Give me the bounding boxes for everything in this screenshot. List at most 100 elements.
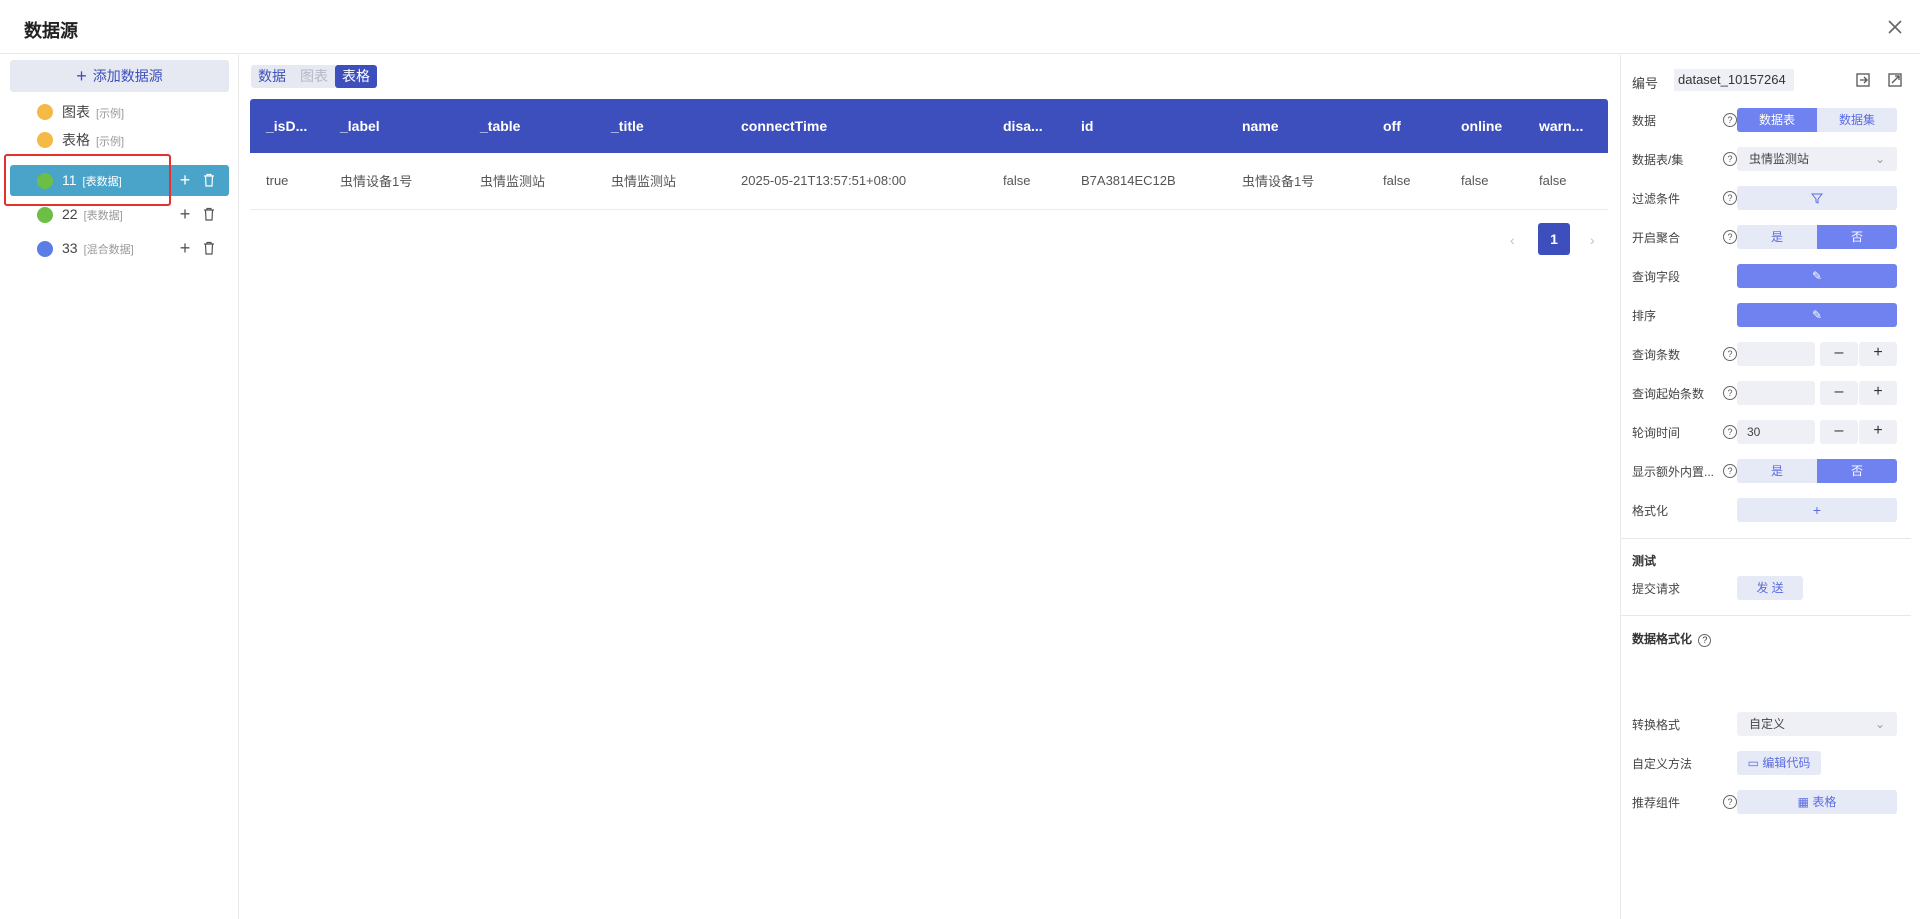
minus-icon[interactable]: – bbox=[1820, 342, 1858, 366]
column-header[interactable]: _title bbox=[595, 99, 725, 153]
table-row[interactable]: true 虫情设备1号 虫情监测站 虫情监测站 2025-05-21T13:57… bbox=[250, 153, 1608, 210]
plus-icon: + bbox=[1812, 502, 1822, 518]
convert-select[interactable]: 自定义 ⌄ bbox=[1737, 712, 1897, 736]
option-no[interactable]: 否 bbox=[1817, 225, 1897, 249]
trash-icon[interactable] bbox=[201, 171, 217, 189]
table-cell: false bbox=[1523, 153, 1608, 210]
chevron-right-icon[interactable]: › bbox=[1590, 232, 1595, 248]
add-icon[interactable]: + bbox=[177, 170, 193, 190]
plus-icon[interactable]: + bbox=[1859, 342, 1897, 366]
plus-icon[interactable]: + bbox=[1859, 381, 1897, 405]
format-section-title: 数据格式化 bbox=[1632, 632, 1693, 646]
table-select[interactable]: 虫情监测站 ⌄ bbox=[1737, 147, 1897, 171]
column-header[interactable]: id bbox=[1065, 99, 1226, 153]
data-table: _isD... _label _table _title connectTime… bbox=[250, 99, 1608, 210]
help-icon[interactable]: ? bbox=[1723, 191, 1737, 205]
help-icon[interactable]: ? bbox=[1723, 386, 1737, 400]
help-icon[interactable]: ? bbox=[1723, 230, 1737, 244]
table-header-row: _isD... _label _table _title connectTime… bbox=[250, 99, 1608, 153]
help-icon[interactable]: ? bbox=[1723, 152, 1737, 166]
edit-sort-button[interactable]: ✎ bbox=[1737, 303, 1897, 327]
count-label: 查询条数 bbox=[1632, 347, 1681, 362]
filter-button[interactable] bbox=[1737, 186, 1897, 210]
help-icon[interactable]: ? bbox=[1723, 113, 1737, 127]
extra-toggle: 是 否 bbox=[1737, 459, 1897, 483]
edit-fields-button[interactable]: ✎ bbox=[1737, 264, 1897, 288]
table-cell: 虫情监测站 bbox=[595, 153, 725, 210]
datasource-name: 33 bbox=[62, 240, 78, 256]
trash-icon[interactable] bbox=[201, 205, 217, 223]
minus-icon[interactable]: – bbox=[1820, 420, 1858, 444]
code-label: 编号 bbox=[1632, 75, 1659, 91]
tab-chart[interactable]: 图表 bbox=[293, 65, 335, 88]
send-button[interactable]: 发 送 bbox=[1737, 576, 1803, 600]
poll-input[interactable]: 30 bbox=[1737, 420, 1815, 444]
recommend-button[interactable]: ▦ 表格 bbox=[1737, 790, 1897, 814]
test-title: 测试 bbox=[1632, 554, 1657, 568]
divider bbox=[1621, 538, 1911, 539]
chevron-left-icon[interactable]: ‹ bbox=[1510, 232, 1515, 248]
add-icon[interactable]: + bbox=[177, 238, 193, 258]
column-header[interactable]: _isD... bbox=[250, 99, 324, 153]
tab-table[interactable]: 表格 bbox=[335, 65, 377, 88]
datasource-sidebar: + 添加数据源 图表 [示例] 表格 [示例] 11 [表数据] + 22 [表数据] … bbox=[0, 55, 239, 919]
datasource-tag: [表数据] bbox=[82, 176, 122, 188]
datasource-item-11[interactable]: 11 [表数据] + bbox=[10, 165, 229, 196]
datasource-tag: [示例] bbox=[96, 135, 125, 148]
help-icon[interactable]: ? bbox=[1698, 634, 1712, 647]
datasource-item-chart[interactable]: 图表 [示例] bbox=[10, 96, 229, 127]
datasource-item-22[interactable]: 22 [表数据] + bbox=[10, 199, 229, 230]
add-format-button[interactable]: + bbox=[1737, 498, 1897, 522]
datasource-name: 表格 bbox=[62, 131, 90, 148]
export-icon[interactable] bbox=[1886, 71, 1904, 89]
chart-line-icon bbox=[37, 104, 53, 120]
option-no[interactable]: 否 bbox=[1817, 459, 1897, 483]
option-datatable[interactable]: 数据表 bbox=[1737, 108, 1817, 132]
import-icon[interactable] bbox=[1854, 71, 1872, 89]
view-tabs: 数据 图表 表格 bbox=[251, 65, 377, 88]
tab-data[interactable]: 数据 bbox=[251, 65, 293, 88]
column-header[interactable]: name bbox=[1226, 99, 1367, 153]
edit-code-label: 编辑代码 bbox=[1762, 756, 1811, 770]
data-type-toggle: 数据表 数据集 bbox=[1737, 108, 1897, 132]
help-icon[interactable]: ? bbox=[1723, 425, 1737, 439]
column-header[interactable]: off bbox=[1367, 99, 1445, 153]
help-icon[interactable]: ? bbox=[1723, 347, 1737, 361]
column-header[interactable]: disa... bbox=[987, 99, 1065, 153]
chart-line-icon bbox=[37, 132, 53, 148]
option-yes[interactable]: 是 bbox=[1737, 459, 1817, 483]
count-input[interactable] bbox=[1737, 342, 1815, 366]
page-button[interactable]: 1 bbox=[1538, 223, 1570, 255]
start-input[interactable] bbox=[1737, 381, 1815, 405]
column-header[interactable]: connectTime bbox=[725, 99, 987, 153]
plus-icon[interactable]: + bbox=[1859, 420, 1897, 444]
trash-icon[interactable] bbox=[201, 239, 217, 257]
datasource-item-table[interactable]: 表格 [示例] bbox=[10, 124, 229, 155]
agg-label: 开启聚合 bbox=[1632, 230, 1681, 245]
datasource-name: 11 bbox=[62, 172, 77, 188]
edit-code-button[interactable]: ▭ 编辑代码 bbox=[1737, 751, 1821, 775]
column-header[interactable]: warn... bbox=[1523, 99, 1608, 153]
option-yes[interactable]: 是 bbox=[1737, 225, 1817, 249]
column-header[interactable]: _table bbox=[464, 99, 595, 153]
add-icon[interactable]: + bbox=[177, 204, 193, 224]
table-cell: 虫情设备1号 bbox=[1226, 153, 1367, 210]
column-header[interactable]: _label bbox=[324, 99, 464, 153]
data-label: 数据 bbox=[1632, 113, 1657, 128]
help-icon[interactable]: ? bbox=[1723, 464, 1737, 478]
chart-line-icon bbox=[37, 173, 53, 189]
close-icon[interactable] bbox=[1882, 14, 1908, 40]
preview-area: 数据 图表 表格 _isD... _label _table _title co… bbox=[240, 55, 1620, 919]
chart-line-icon bbox=[37, 207, 53, 223]
help-icon[interactable]: ? bbox=[1723, 795, 1737, 809]
minus-icon[interactable]: – bbox=[1820, 381, 1858, 405]
chevron-down-icon: ⌄ bbox=[1874, 152, 1885, 166]
start-label: 查询起始条数 bbox=[1632, 386, 1705, 401]
datasource-item-33[interactable]: 33 [混合数据] + bbox=[10, 233, 229, 264]
column-header[interactable]: online bbox=[1445, 99, 1523, 153]
convert-label: 转换格式 bbox=[1632, 717, 1681, 732]
dialog-header: 数据源 bbox=[0, 0, 1920, 54]
option-dataset[interactable]: 数据集 bbox=[1817, 108, 1897, 132]
add-datasource-button[interactable]: + 添加数据源 bbox=[10, 60, 229, 92]
table-cell: 虫情监测站 bbox=[464, 153, 595, 210]
